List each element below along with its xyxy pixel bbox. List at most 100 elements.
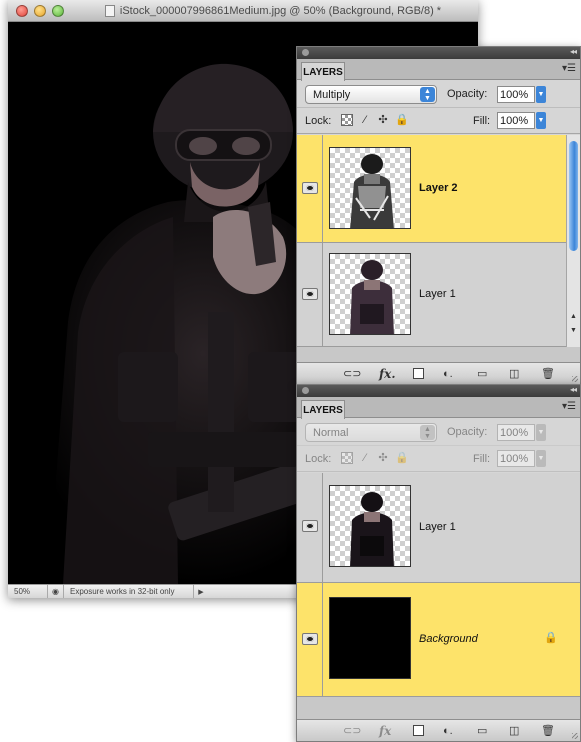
status-menu-arrow-icon[interactable]: ▶ [194, 588, 208, 596]
lock-label: Lock: [305, 453, 332, 465]
adjustment-layer-icon[interactable]: ◐. [443, 367, 453, 381]
fill-input: 100% [497, 450, 535, 467]
layer-thumbnail[interactable] [329, 147, 411, 229]
add-mask-icon[interactable] [413, 368, 424, 379]
document-titlebar[interactable]: iStock_000007996861Medium.jpg @ 50% (Bac… [8, 0, 478, 22]
panel-menu-icon[interactable]: ▾☰ [562, 401, 576, 412]
lock-row: Lock: ⁄ ✣ 🔒 Fill: 100% ▼ [297, 446, 580, 472]
panel-titlebar[interactable]: ◂◂ [297, 47, 580, 59]
scroll-down-icon[interactable]: ▼ [567, 325, 580, 337]
blend-row: Normal ▲ ▼ Opacity: 100% ▼ [297, 418, 580, 446]
zoom-level-field[interactable]: 50% [8, 585, 48, 598]
lock-label: Lock: [305, 115, 332, 127]
add-mask-icon[interactable] [413, 725, 424, 736]
panel-collapse-icon[interactable]: ◂◂ [570, 385, 577, 394]
layers-panel-top: ◂◂ LAYERS ▾☰ Multiply ▲ ▼ Opacity: 100% ▼… [296, 46, 581, 385]
panel-tab-row: LAYERS ▾☰ [297, 397, 580, 419]
tab-layers[interactable]: LAYERS [301, 400, 345, 419]
panel-collapse-icon[interactable]: ◂◂ [570, 47, 577, 56]
eye-icon[interactable] [302, 182, 318, 194]
lock-transparency-icon [341, 452, 353, 464]
eye-icon[interactable] [302, 633, 318, 645]
document-title: iStock_000007996861Medium.jpg @ 50% (Bac… [119, 5, 442, 17]
panel-close-icon[interactable] [302, 387, 309, 394]
panel-footer: ⊂⊃ fx ◐. ▭ ◫ 🗑 [297, 719, 580, 741]
fill-label: Fill: [473, 115, 491, 127]
blend-mode-select: Normal ▲ ▼ [305, 423, 437, 442]
panel-tab-row: LAYERS ▾☰ [297, 59, 580, 81]
eye-cell[interactable] [297, 583, 323, 696]
opacity-input: 100% [497, 424, 535, 441]
layer-name[interactable]: Layer 1 [419, 288, 456, 300]
opacity-label: Opacity: [447, 426, 488, 438]
fill-dropdown-icon: ▼ [536, 450, 546, 467]
lock-brush-icon: ⁄ [364, 452, 366, 464]
fill-input[interactable]: 100% [497, 112, 535, 129]
layer-row[interactable]: Background 🔒 [297, 583, 580, 697]
lock-position-icon[interactable]: ✣ [377, 114, 389, 126]
opacity-dropdown-icon: ▼ [536, 424, 546, 441]
layer-name[interactable]: Background [419, 633, 478, 645]
document-file-icon [104, 5, 115, 17]
layers-list: Layer 2 Layer 1 ▲ ▼ [297, 135, 580, 363]
layer-thumbnail[interactable] [329, 253, 411, 335]
zoom-window-button[interactable] [52, 5, 64, 17]
scroll-up-icon[interactable]: ▲ [567, 311, 580, 323]
scroll-thumb[interactable] [569, 141, 578, 251]
layers-panel-bottom: ◂◂ LAYERS ▾☰ Normal ▲ ▼ Opacity: 100% ▼ L… [296, 384, 581, 742]
panel-titlebar[interactable]: ◂◂ [297, 385, 580, 397]
layer-thumbnail[interactable] [329, 597, 411, 679]
layers-list: Layer 1 Background 🔒 [297, 473, 580, 721]
opacity-label: Opacity: [447, 88, 488, 100]
opacity-input[interactable]: 100% [497, 86, 535, 103]
fill-label: Fill: [473, 453, 491, 465]
layer-row[interactable]: Layer 1 [297, 473, 580, 583]
layer-name[interactable]: Layer 2 [419, 182, 458, 194]
minimize-window-button[interactable] [34, 5, 46, 17]
tab-layers[interactable]: LAYERS [301, 62, 345, 81]
opacity-dropdown-icon[interactable]: ▼ [536, 86, 546, 103]
status-info-icon[interactable]: ◉ [48, 585, 64, 598]
layer-thumbnail[interactable] [329, 485, 411, 567]
close-window-button[interactable] [16, 5, 28, 17]
layer-row[interactable]: Layer 2 [297, 135, 568, 243]
link-layers-icon: ⊂⊃ [343, 725, 362, 737]
layer1-thumbnail-image [350, 492, 394, 566]
new-layer-icon[interactable]: ◫ [509, 724, 519, 738]
eye-cell[interactable] [297, 473, 323, 582]
lock-transparency-icon[interactable] [341, 114, 353, 126]
eye-cell[interactable] [297, 243, 323, 346]
adjustment-layer-icon[interactable]: ◐. [443, 724, 453, 738]
panel-menu-icon[interactable]: ▾☰ [562, 63, 576, 74]
lock-all-icon[interactable]: 🔒 [395, 114, 409, 126]
layer-name[interactable]: Layer 1 [419, 521, 456, 533]
fx-icon: fx [379, 724, 392, 738]
lock-row: Lock: ⁄ ✣ 🔒 Fill: 100% ▼ [297, 108, 580, 134]
folder-icon[interactable]: ▭ [477, 367, 487, 381]
select-arrows-icon: ▲ ▼ [420, 87, 435, 102]
eye-cell[interactable] [297, 135, 323, 242]
blend-mode-value: Multiply [313, 88, 351, 101]
layer-row[interactable]: Layer 1 [297, 243, 568, 347]
eye-icon[interactable] [302, 288, 318, 300]
panel-close-icon[interactable] [302, 49, 309, 56]
new-layer-icon[interactable]: ◫ [509, 367, 519, 381]
lock-brush-icon[interactable]: ⁄ [359, 114, 371, 126]
layers-scrollbar[interactable]: ▲ ▼ [566, 135, 580, 347]
trash-icon[interactable]: 🗑 [541, 724, 555, 738]
fill-dropdown-icon[interactable]: ▼ [536, 112, 546, 129]
select-arrows-icon: ▲ ▼ [420, 425, 435, 440]
eye-icon[interactable] [302, 520, 318, 532]
resize-grip-icon[interactable] [572, 733, 578, 739]
layer1-thumbnail-image [350, 260, 394, 334]
blend-row: Multiply ▲ ▼ Opacity: 100% ▼ [297, 80, 580, 108]
lock-all-icon: 🔒 [395, 452, 409, 464]
link-layers-icon[interactable]: ⊂⊃ [343, 367, 361, 381]
resize-grip-icon[interactable] [572, 376, 578, 382]
blend-mode-select[interactable]: Multiply ▲ ▼ [305, 85, 437, 104]
trash-icon[interactable]: 🗑 [541, 367, 555, 381]
blend-mode-value: Normal [313, 426, 349, 439]
fx-icon[interactable]: fx. [379, 367, 396, 381]
panel-footer: ⊂⊃ fx. ◐. ▭ ◫ 🗑 [297, 362, 580, 384]
folder-icon[interactable]: ▭ [477, 724, 487, 738]
